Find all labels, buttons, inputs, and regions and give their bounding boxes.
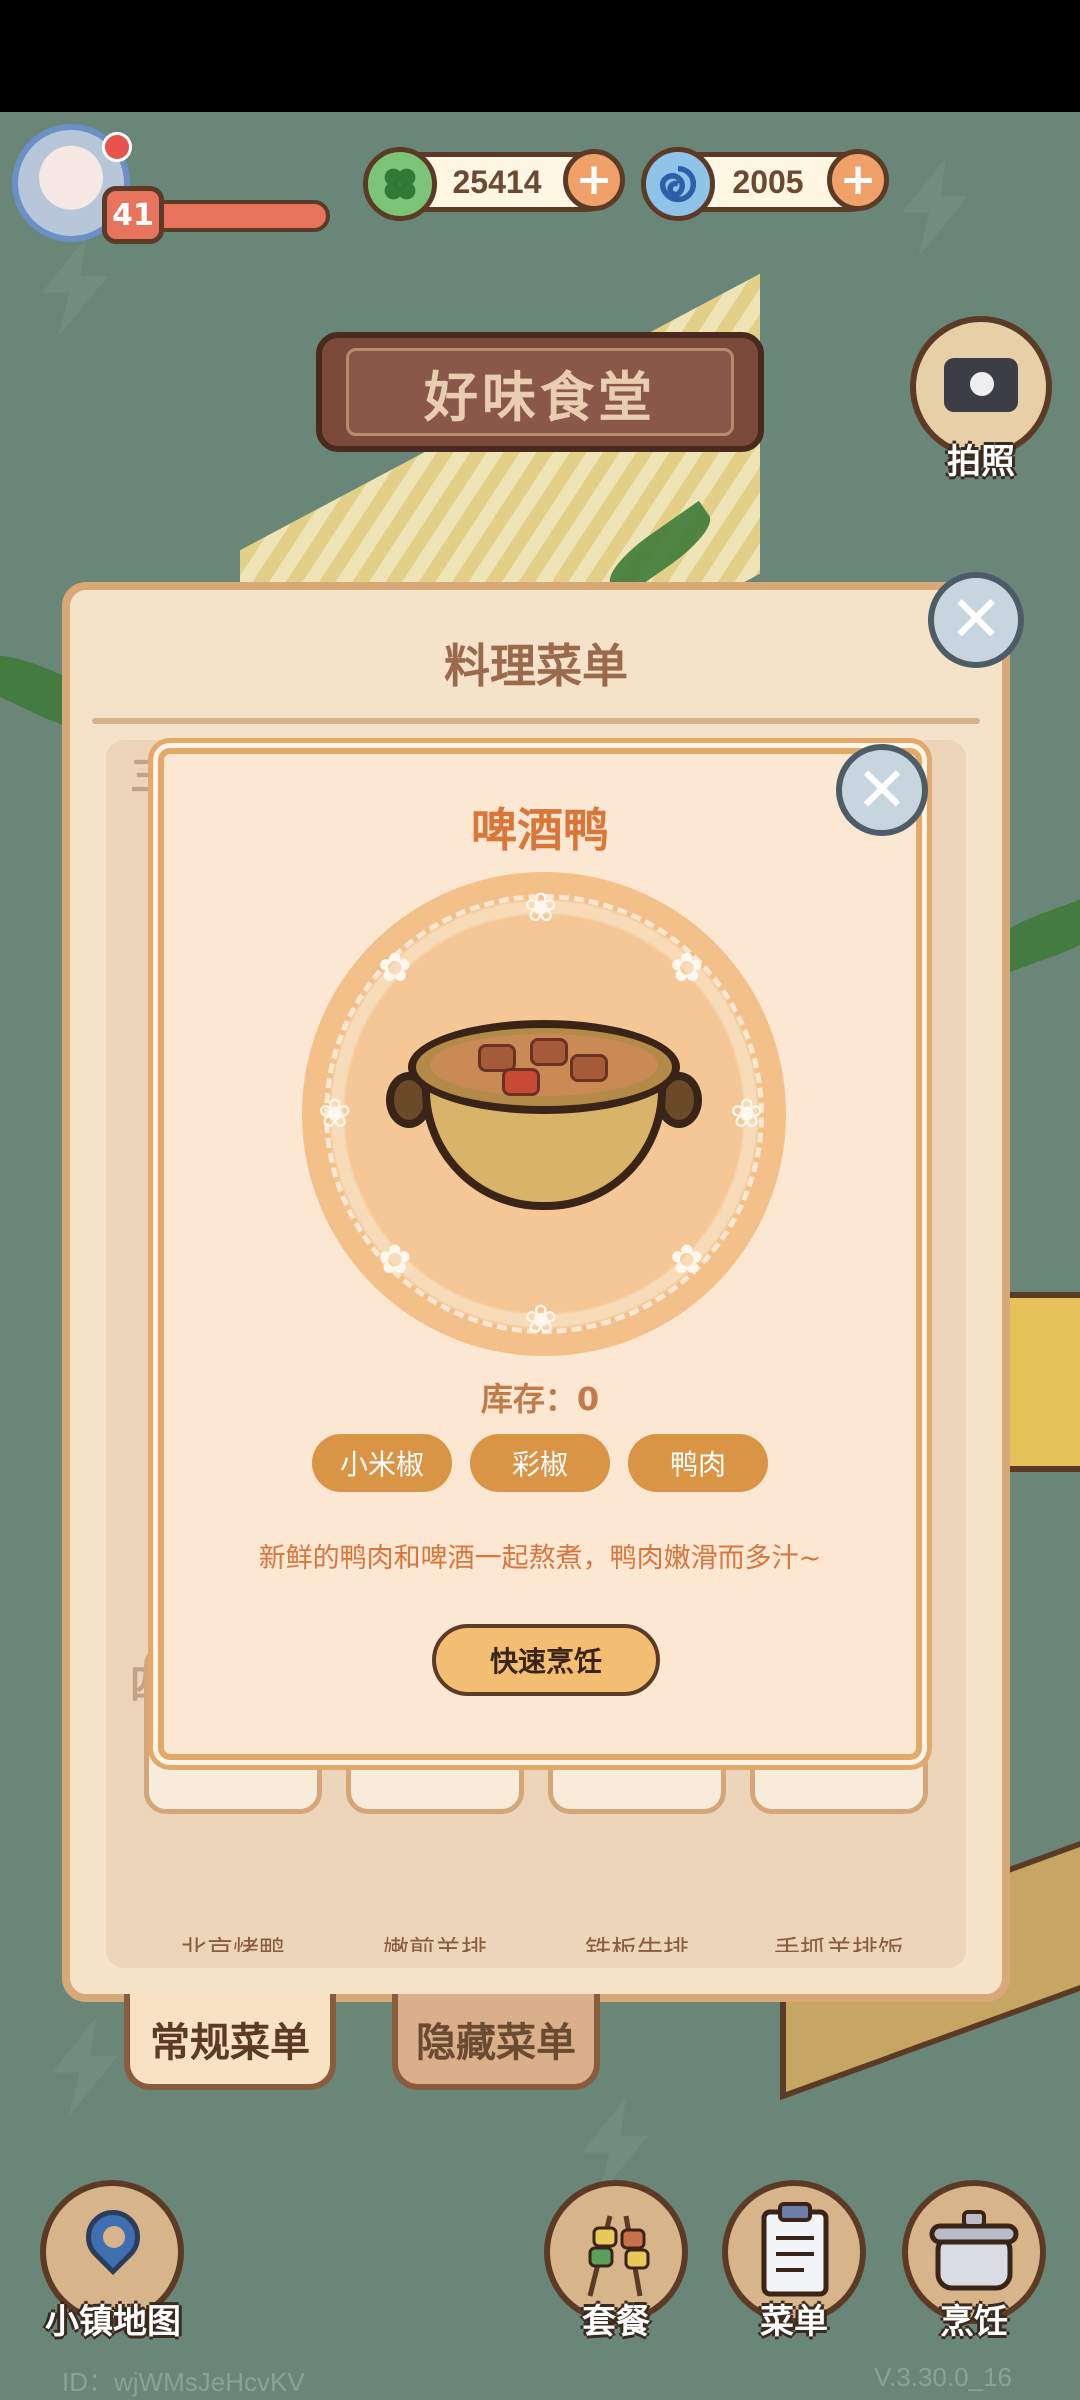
clover-amount: 25414 [452,163,542,200]
status-bar [0,0,1080,112]
ingredient-tag: 彩椒 [470,1434,610,1492]
gem-currency: 2005 + [641,147,889,221]
dish-detail-popup: 啤酒鸭 ❀ ❀ ❀ ❀ ✿ ✿ ✿ ✿ 库存：0 小米椒 彩椒 鸭肉 新鲜的鸭肉… [158,748,922,1760]
add-gem-button[interactable]: + [827,149,889,211]
ingredient-list: 小米椒 彩椒 鸭肉 [164,1434,916,1492]
notification-dot [102,132,132,162]
dish-name: 嫩煎羊排 [382,1936,487,1952]
flower-icon: ❀ [524,885,558,931]
dish-name: 手抓羊排饭 [773,1936,904,1952]
player-level-badge: 41 [102,186,164,244]
flower-icon: ✿ [378,1237,412,1283]
title-divider [92,718,980,724]
dish-title: 啤酒鸭 [471,803,609,857]
restaurant-sign: 好味食堂 [296,322,784,462]
quick-cook-button[interactable]: 快速烹饪 [432,1624,660,1696]
tab-regular-menu[interactable]: 常规菜单 [124,1994,336,2090]
add-clover-button[interactable]: + [563,149,625,211]
bolt-pattern-icon [42,237,108,337]
bolt-pattern-icon [902,157,968,257]
ingredient-tag: 小米椒 [312,1434,452,1492]
flower-icon: ❀ [318,1091,352,1137]
menu-title: 料理菜单 [444,639,628,693]
dish-name: 铁板牛排 [584,1936,689,1952]
swirl-gem-icon [641,147,715,221]
dish-description: 新鲜的鸭肉和啤酒一起熬煮，鸭肉嫩滑而多汁~ [258,1543,822,1574]
flower-icon: ✿ [670,1237,704,1283]
menu-label: 菜单 [760,2302,828,2342]
camera-label: 拍照 [947,442,1015,482]
tab-hidden-menu[interactable]: 隐藏菜单 [392,1994,600,2090]
close-detail-button[interactable]: ✕ [836,744,928,836]
dish-name: 北京烤鸭 [180,1936,285,1952]
ingredient-tag: 鸭肉 [628,1434,768,1492]
town-map-label: 小镇地图 [45,2302,181,2342]
flower-icon: ✿ [378,945,412,991]
stock-count: 库存：0 [480,1380,600,1418]
close-menu-button[interactable]: ✕ [928,572,1024,668]
player-id: ID：wjWMsJeHcvKV [62,2367,305,2397]
combo-meal-label: 套餐 [582,2302,650,2342]
beer-duck-pot-icon [386,1010,702,1220]
gem-amount: 2005 [732,163,804,200]
restaurant-name: 好味食堂 [346,348,734,436]
lemon-decoration [1000,1292,1080,1472]
experience-bar [150,200,330,232]
cooking-label: 烹饪 [940,2302,1008,2342]
clover-currency: 25414 + [363,147,625,221]
flower-icon: ❀ [524,1297,558,1343]
version-number: V.3.30.0_16 [874,2362,1012,2392]
flower-icon: ❀ [730,1091,764,1137]
clover-icon [363,147,437,221]
flower-icon: ✿ [670,945,704,991]
